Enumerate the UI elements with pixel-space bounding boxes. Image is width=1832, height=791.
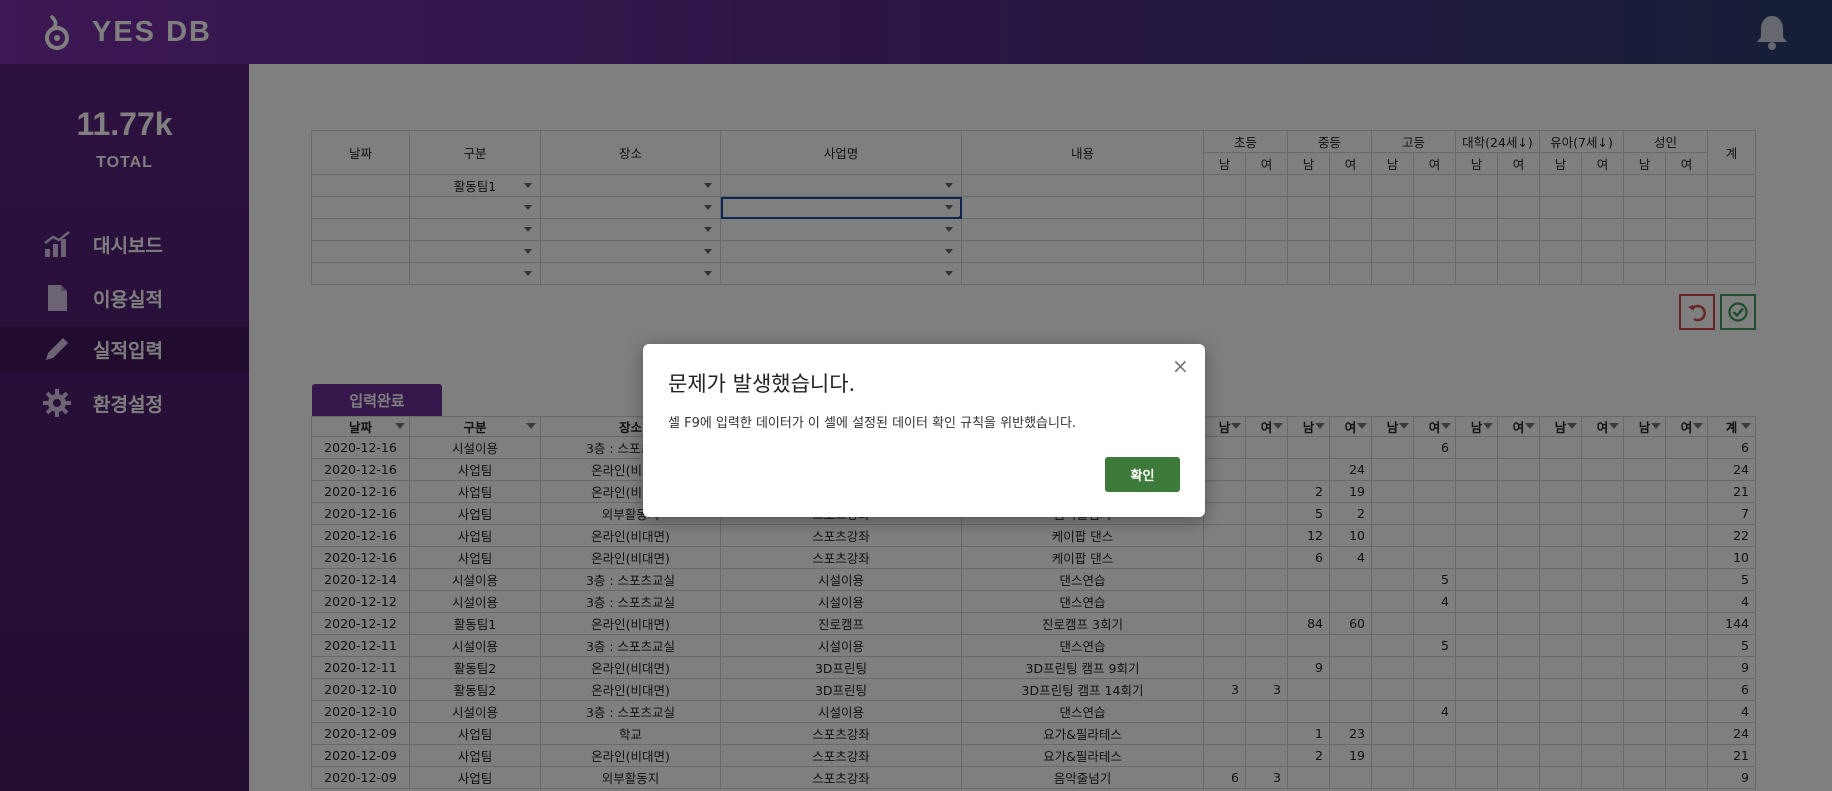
dialog-title: 문제가 발생했습니다. xyxy=(668,372,856,396)
error-dialog: 문제가 발생했습니다. × 셀 F9에 입력한 데이터가 이 셀에 설정된 데이… xyxy=(643,344,1205,517)
ok-button[interactable]: 확인 xyxy=(1105,457,1180,492)
close-icon[interactable]: × xyxy=(1172,354,1189,378)
dialog-message: 셀 F9에 입력한 데이터가 이 셀에 설정된 데이터 확인 규칙을 위반했습니… xyxy=(668,416,1077,431)
